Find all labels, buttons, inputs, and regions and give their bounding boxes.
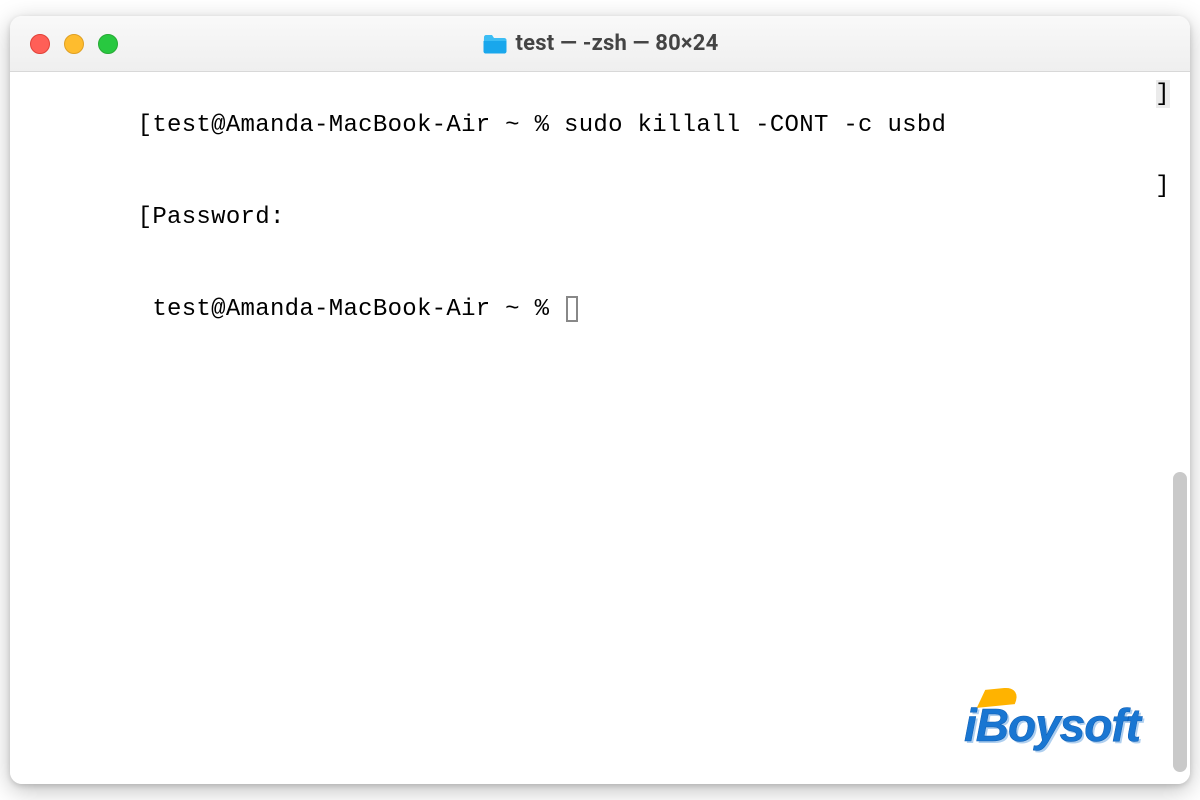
command-text: sudo killall -CONT -c usbd: [564, 112, 946, 139]
window-title: test — -zsh — 80×24: [516, 31, 719, 56]
minimize-button[interactable]: [64, 34, 84, 54]
terminal-window: test — -zsh — 80×24 [test@Amanda-MacBook…: [10, 16, 1190, 784]
terminal-line-2: [Password: ]: [20, 172, 1180, 264]
bracket-left: [: [138, 112, 153, 139]
title-center: test — -zsh — 80×24: [10, 31, 1190, 56]
cursor-icon: [566, 296, 578, 322]
bracket-left: [138, 296, 153, 323]
terminal-line-3: test@Amanda-MacBook-Air ~ %: [20, 264, 1180, 356]
traffic-lights: [10, 34, 118, 54]
watermark-text: iBoysoft: [964, 699, 1140, 751]
terminal-line-1: [test@Amanda-MacBook-Air ~ % sudo killal…: [20, 80, 1180, 172]
maximize-button[interactable]: [98, 34, 118, 54]
password-prompt: Password:: [152, 204, 284, 231]
scrollbar[interactable]: [1171, 72, 1189, 784]
prompt: test@Amanda-MacBook-Air ~ %: [152, 296, 564, 323]
folder-icon: [482, 33, 508, 55]
titlebar[interactable]: test — -zsh — 80×24: [10, 16, 1190, 72]
prompt: test@Amanda-MacBook-Air ~ %: [152, 112, 564, 139]
watermark-logo: iBoysoft: [964, 698, 1140, 752]
terminal-body[interactable]: [test@Amanda-MacBook-Air ~ % sudo killal…: [10, 72, 1190, 784]
scroll-indicator-strip: [1156, 80, 1170, 108]
scrollbar-thumb[interactable]: [1173, 472, 1187, 772]
bracket-left: [: [138, 204, 153, 231]
close-button[interactable]: [30, 34, 50, 54]
